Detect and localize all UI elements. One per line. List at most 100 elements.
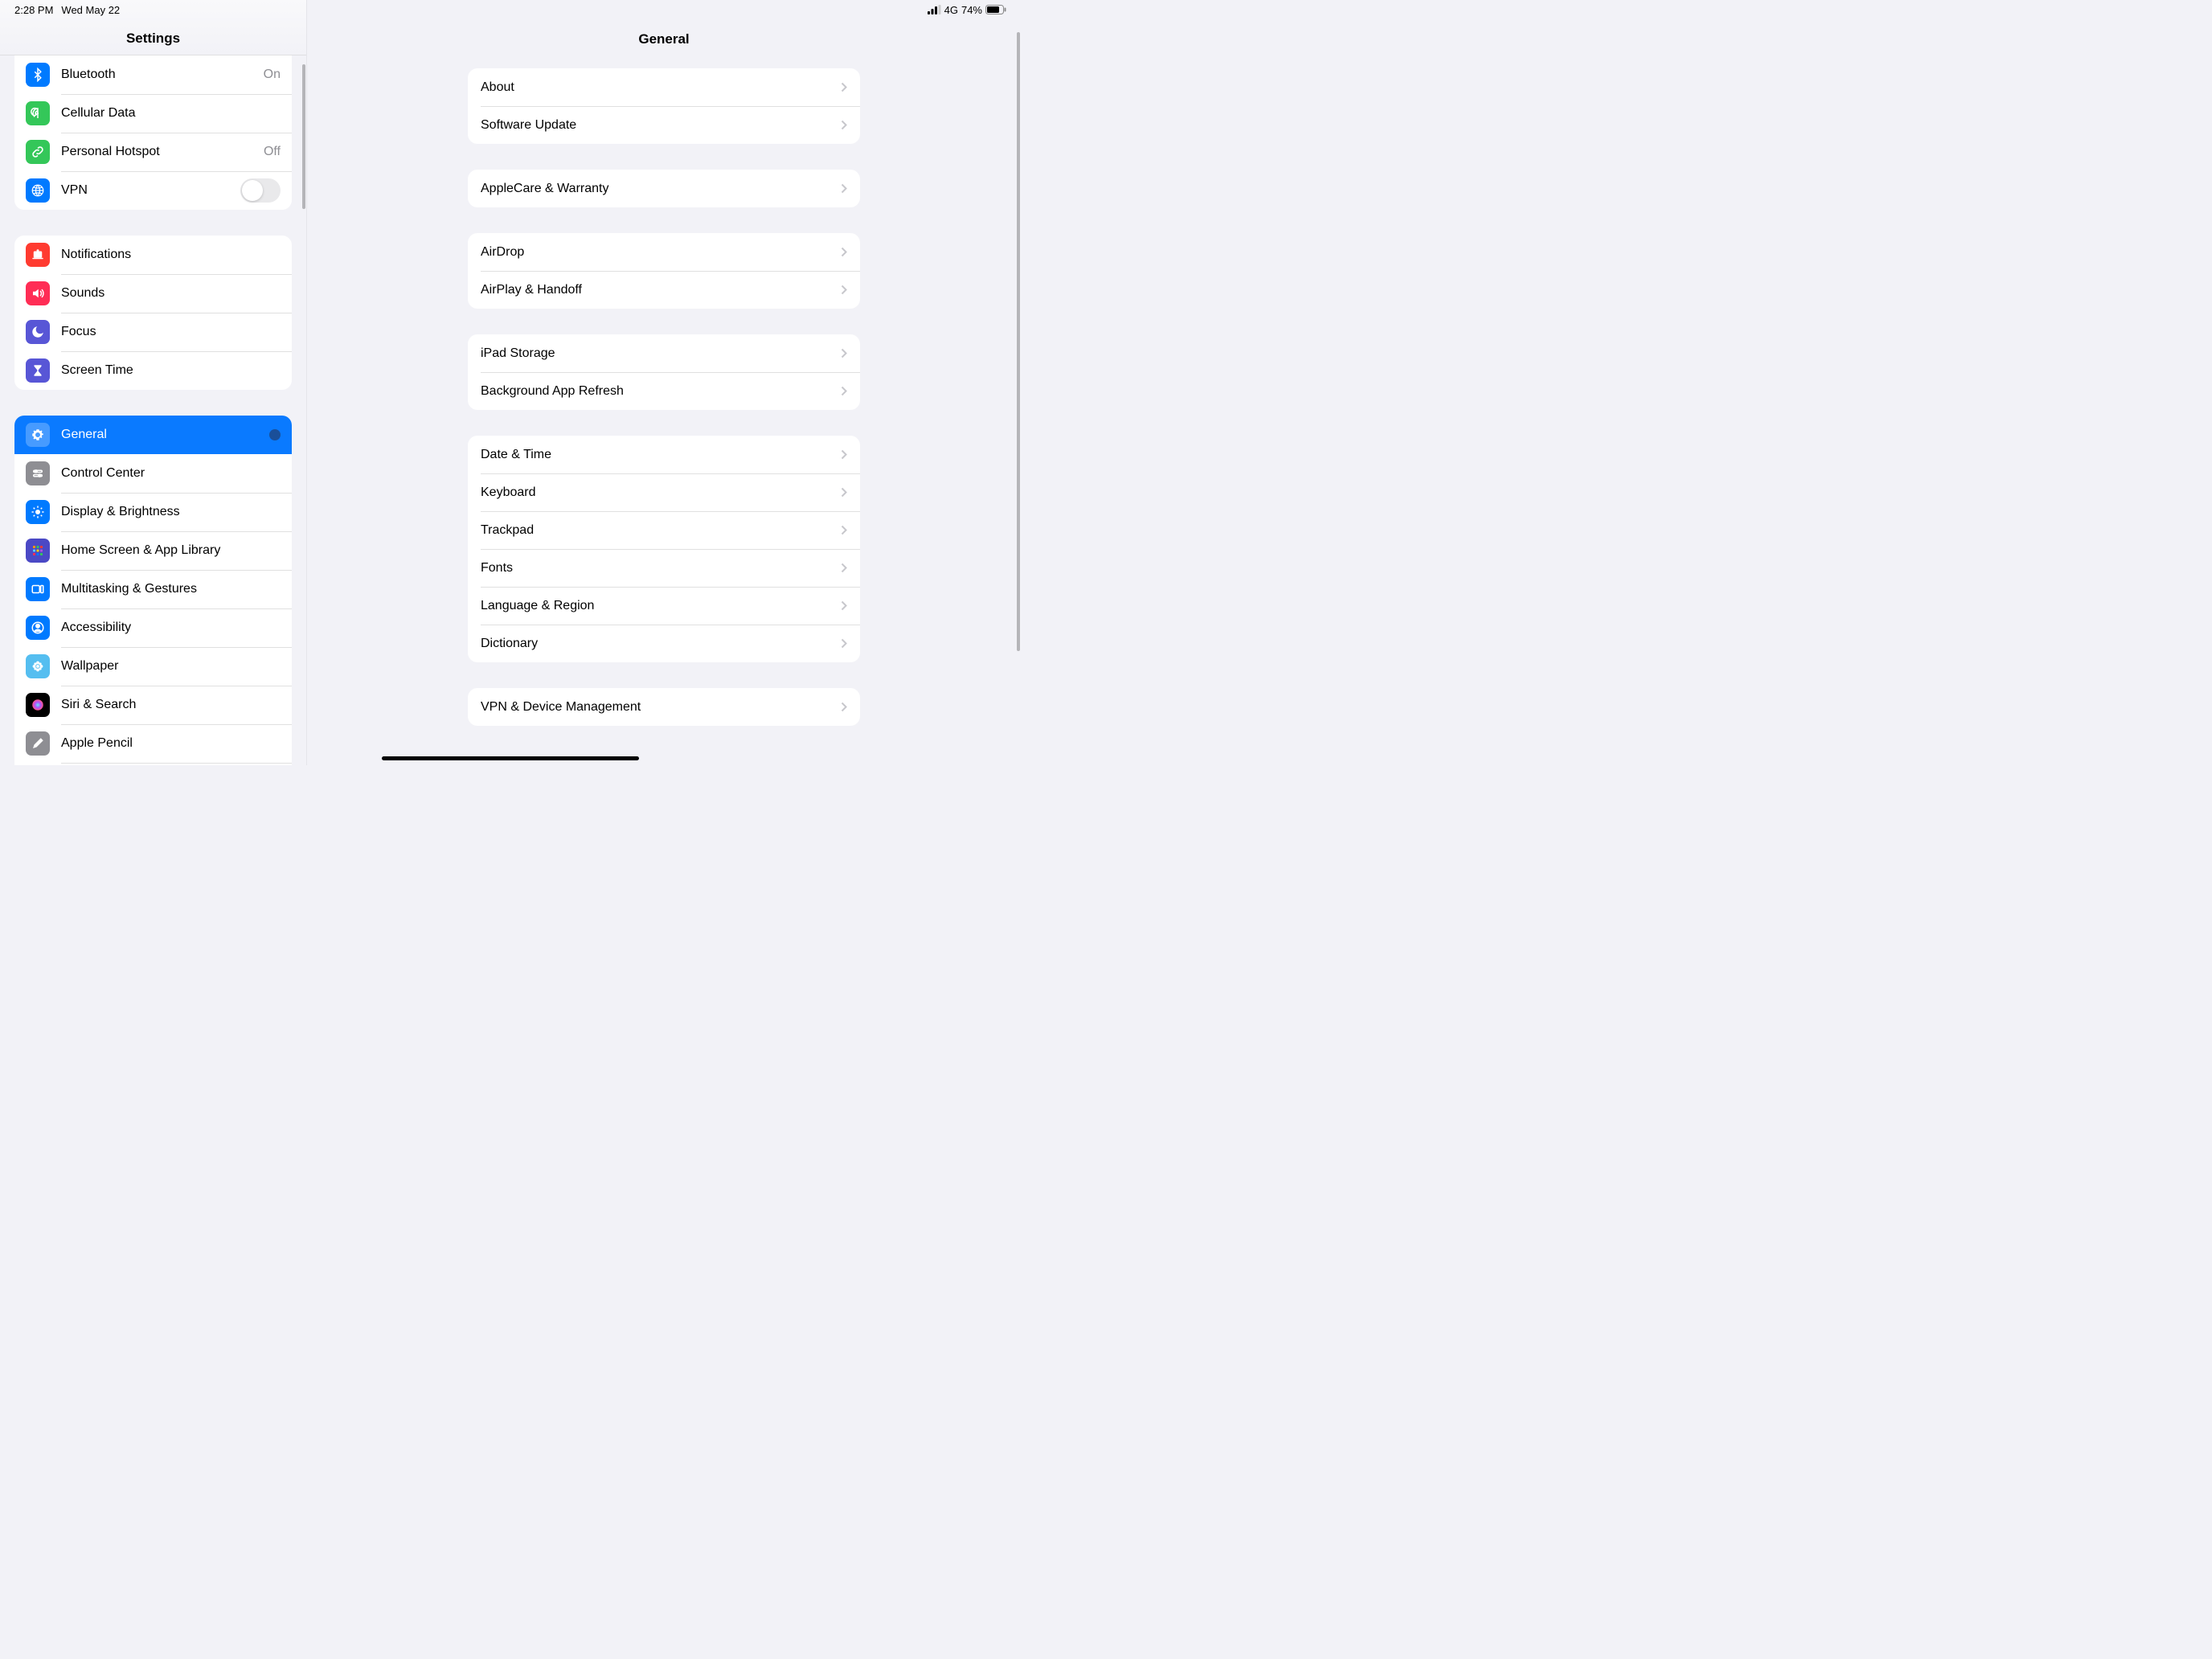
cell-signal-icon bbox=[928, 5, 941, 14]
main-pane: General AboutSoftware UpdateAppleCare & … bbox=[307, 0, 1021, 765]
person-icon bbox=[26, 616, 50, 640]
main-item-language-region[interactable]: Language & Region bbox=[468, 587, 860, 625]
chevron-right-icon bbox=[841, 348, 847, 358]
main-item-label: VPN & Device Management bbox=[481, 700, 841, 715]
sidebar-item-controlcenter[interactable]: Control Center bbox=[14, 454, 292, 493]
main-scroll-indicator[interactable] bbox=[1017, 32, 1020, 651]
sidebar-item-wallpaper[interactable]: Wallpaper bbox=[14, 647, 292, 686]
main-item-airdrop[interactable]: AirDrop bbox=[468, 233, 860, 271]
main-group-2: AirDropAirPlay & Handoff bbox=[468, 233, 860, 309]
badge-dot bbox=[269, 429, 281, 440]
sidebar-item-cellular[interactable]: Cellular Data bbox=[14, 94, 292, 133]
home-indicator[interactable] bbox=[382, 756, 639, 760]
sidebar-item-general[interactable]: General bbox=[14, 416, 292, 454]
sidebar-item-label: Screen Time bbox=[61, 363, 281, 378]
sidebar-item-label: Focus bbox=[61, 325, 281, 339]
hourglass-icon bbox=[26, 358, 50, 383]
sidebar-item-hotspot[interactable]: Personal HotspotOff bbox=[14, 133, 292, 171]
sidebar-item-multitasking[interactable]: Multitasking & Gestures bbox=[14, 570, 292, 608]
chevron-right-icon bbox=[841, 487, 847, 498]
sidebar-item-label: Sounds bbox=[61, 286, 281, 301]
chevron-right-icon bbox=[841, 82, 847, 92]
main-item-label: Trackpad bbox=[481, 523, 841, 538]
battery-icon bbox=[985, 5, 1006, 14]
chevron-right-icon bbox=[841, 600, 847, 611]
sidebar-item-label: Multitasking & Gestures bbox=[61, 582, 281, 596]
main-item-airplay-handoff[interactable]: AirPlay & Handoff bbox=[468, 271, 860, 309]
sidebar-item-label: Apple Pencil bbox=[61, 736, 281, 751]
main-item-label: iPad Storage bbox=[481, 346, 841, 361]
grid-icon bbox=[26, 539, 50, 563]
sidebar-group-connectivity: BluetoothOn Cellular Data Personal Hotspot… bbox=[14, 55, 292, 210]
status-bar: 2:28 PM Wed May 22 4G 74% bbox=[0, 0, 1021, 19]
rects-icon bbox=[26, 577, 50, 601]
vpn-toggle[interactable] bbox=[240, 178, 281, 203]
main-item-trackpad[interactable]: Trackpad bbox=[468, 511, 860, 549]
sidebar-item-label: Wallpaper bbox=[61, 659, 281, 674]
moon-icon bbox=[26, 320, 50, 344]
sidebar-item-value: Off bbox=[264, 145, 281, 159]
gear-icon bbox=[26, 423, 50, 447]
main-item-applecare-warranty[interactable]: AppleCare & Warranty bbox=[468, 170, 860, 207]
sidebar-item-focus[interactable]: Focus bbox=[14, 313, 292, 351]
sidebar-item-label: VPN bbox=[61, 183, 240, 198]
sidebar-item-notifications[interactable]: Notifications bbox=[14, 236, 292, 274]
main-item-background-app-refresh[interactable]: Background App Refresh bbox=[468, 372, 860, 410]
sidebar-item-screentime[interactable]: Screen Time bbox=[14, 351, 292, 390]
main-item-date-time[interactable]: Date & Time bbox=[468, 436, 860, 473]
sidebar-item-label: General bbox=[61, 428, 207, 442]
sidebar-item-vpn[interactable]: VPN bbox=[14, 171, 292, 210]
main-item-label: Keyboard bbox=[481, 485, 841, 500]
sidebar-group-general-group: General Control Center Display & Brightnes… bbox=[14, 416, 292, 765]
sidebar-item-sounds[interactable]: Sounds bbox=[14, 274, 292, 313]
sidebar-item-label: Control Center bbox=[61, 466, 281, 481]
bluetooth-icon bbox=[26, 63, 50, 87]
main-item-dictionary[interactable]: Dictionary bbox=[468, 625, 860, 662]
main-item-about[interactable]: About bbox=[468, 68, 860, 106]
chevron-right-icon bbox=[841, 285, 847, 295]
main-group-1: AppleCare & Warranty bbox=[468, 170, 860, 207]
chevron-right-icon bbox=[841, 247, 847, 257]
sidebar-item-homescreen[interactable]: Home Screen & App Library bbox=[14, 531, 292, 570]
sidebar-item-label: Home Screen & App Library bbox=[61, 543, 281, 558]
status-time: 2:28 PM bbox=[14, 4, 53, 16]
sidebar-item-faceid[interactable]: Face ID & Passcode bbox=[14, 763, 292, 765]
main-item-label: Fonts bbox=[481, 561, 841, 576]
sidebar-scroll-indicator[interactable] bbox=[302, 64, 305, 209]
sidebar-item-siri[interactable]: Siri & Search bbox=[14, 686, 292, 724]
chevron-right-icon bbox=[841, 449, 847, 460]
sidebar-item-value: On bbox=[264, 68, 281, 82]
main-group-3: iPad Storage Background App Refresh bbox=[468, 334, 860, 410]
flower-icon bbox=[26, 654, 50, 678]
main-group-4: Date & Time Keyboard Trackpad Fonts Language… bbox=[468, 436, 860, 662]
sidebar-item-label: Personal Hotspot bbox=[61, 145, 264, 159]
main-item-ipad-storage[interactable]: iPad Storage bbox=[468, 334, 860, 372]
chevron-right-icon bbox=[841, 386, 847, 396]
pencil-icon bbox=[26, 731, 50, 756]
main-group-0: AboutSoftware Update bbox=[468, 68, 860, 144]
antenna-icon bbox=[26, 101, 50, 125]
chevron-right-icon bbox=[841, 702, 847, 712]
link-icon bbox=[26, 140, 50, 164]
sidebar-item-accessibility[interactable]: Accessibility bbox=[14, 608, 292, 647]
speaker-icon bbox=[26, 281, 50, 305]
status-battery: 74% bbox=[961, 4, 982, 16]
main-item-vpn-device-management[interactable]: VPN & Device Management bbox=[468, 688, 860, 726]
chevron-right-icon bbox=[841, 183, 847, 194]
status-network: 4G bbox=[944, 4, 958, 16]
sidebar-item-label: Display & Brightness bbox=[61, 505, 281, 519]
sidebar-item-label: Cellular Data bbox=[61, 106, 281, 121]
main-item-software-update[interactable]: Software Update bbox=[468, 106, 860, 144]
main-group-5: VPN & Device Management bbox=[468, 688, 860, 726]
sidebar-group-alerts: Notifications Sounds Focus Screen Time bbox=[14, 236, 292, 390]
settings-sidebar: Settings BluetoothOnCellular DataPersona… bbox=[0, 0, 307, 765]
sidebar-item-bluetooth[interactable]: BluetoothOn bbox=[14, 55, 292, 94]
sidebar-item-display[interactable]: Display & Brightness bbox=[14, 493, 292, 531]
sidebar-item-pencil[interactable]: Apple Pencil bbox=[14, 724, 292, 763]
main-item-keyboard[interactable]: Keyboard bbox=[468, 473, 860, 511]
chevron-right-icon bbox=[841, 638, 847, 649]
sliders-icon bbox=[26, 461, 50, 485]
bell-icon bbox=[26, 243, 50, 267]
main-item-fonts[interactable]: Fonts bbox=[468, 549, 860, 587]
chevron-right-icon bbox=[841, 120, 847, 130]
